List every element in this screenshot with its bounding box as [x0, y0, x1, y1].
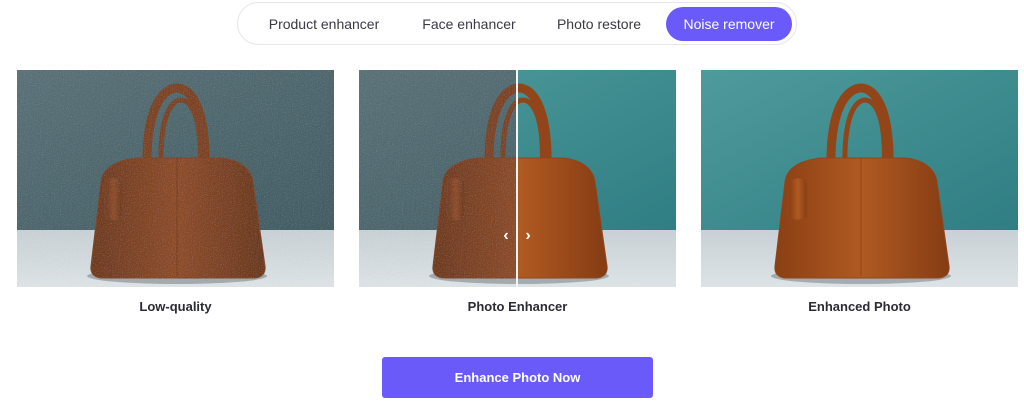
caption-low-quality: Low-quality	[139, 299, 212, 314]
bag-photo-noisy	[17, 70, 334, 287]
tab-photo-restore[interactable]: Photo restore	[534, 7, 664, 41]
caption-photo-enhancer: Photo Enhancer	[467, 299, 568, 314]
enhanced-image	[701, 70, 1018, 287]
chevron-right-icon: ›	[525, 227, 531, 244]
tab-product-enhancer[interactable]: Product enhancer	[244, 7, 404, 41]
low-quality-image	[17, 70, 334, 287]
comparison-slider-divider[interactable]	[516, 70, 518, 287]
photo-enhancer-comparison[interactable]: ‹ ›	[359, 70, 676, 287]
chevron-left-icon: ‹	[503, 227, 509, 244]
caption-enhanced-photo: Enhanced Photo	[808, 299, 911, 314]
comparison-slider-handle[interactable]: ‹ ›	[499, 226, 535, 246]
mode-tab-bar: Product enhancer Face enhancer Photo res…	[237, 2, 797, 45]
tab-noise-remover[interactable]: Noise remover	[666, 6, 792, 41]
enhance-photo-now-button[interactable]: Enhance Photo Now	[382, 357, 653, 398]
tab-face-enhancer[interactable]: Face enhancer	[404, 7, 534, 41]
bag-photo-enhanced	[701, 70, 1018, 287]
